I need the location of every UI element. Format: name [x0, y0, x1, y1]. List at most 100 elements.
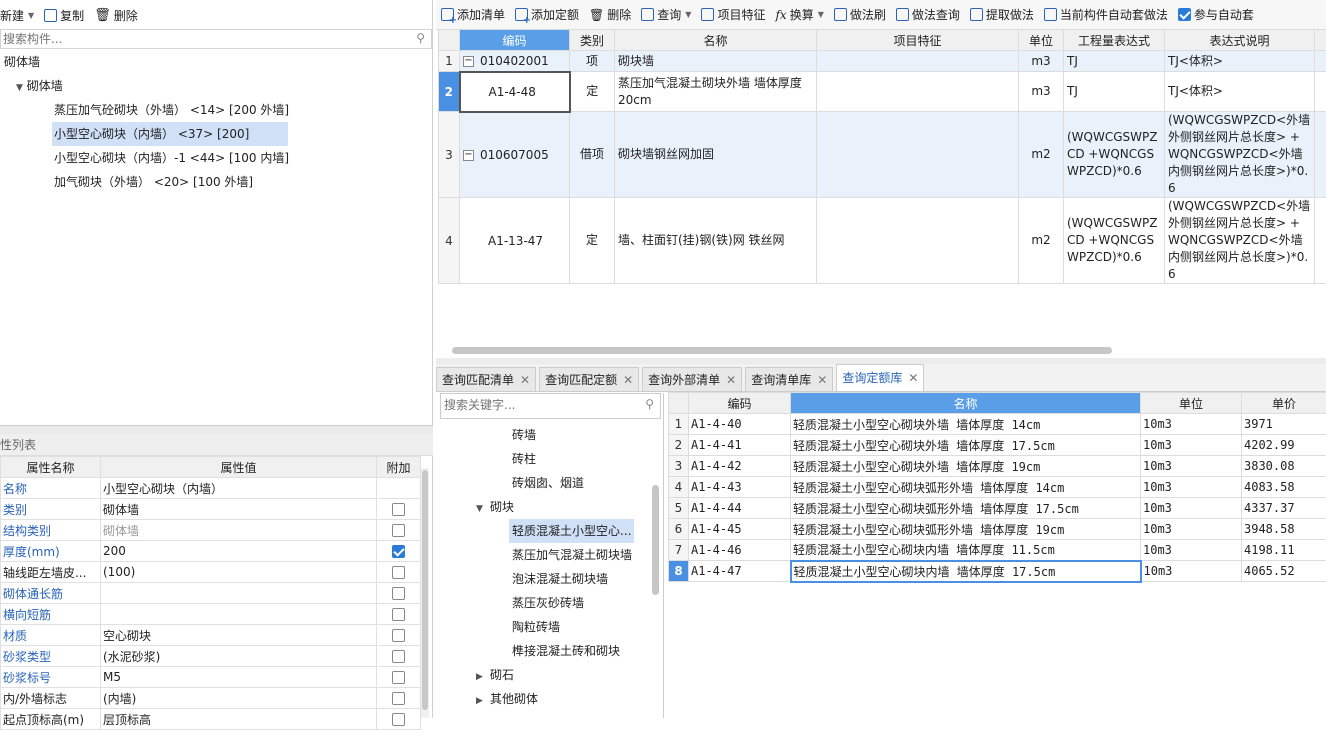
quota-name[interactable]: 轻质混凝土小型空心砌块内墙 墙体厚度 11.5cm [791, 540, 1141, 561]
row-number[interactable]: 3 [669, 456, 689, 477]
property-value[interactable] [101, 583, 377, 604]
property-value[interactable] [101, 604, 377, 625]
close-icon[interactable]: ✕ [623, 368, 633, 391]
quota-unit[interactable]: 10m3 [1141, 519, 1242, 540]
cell-code[interactable]: A1-13-47 [460, 198, 570, 284]
quota-name[interactable]: 轻质混凝土小型空心砌块内墙 墙体厚度 17.5cm [791, 561, 1141, 582]
row-number[interactable]: 5 [669, 498, 689, 519]
row-number[interactable]: 4 [439, 198, 460, 284]
quota-code[interactable]: A1-4-47 [689, 561, 791, 582]
property-value[interactable]: 小型空心砌块（内墙） [101, 478, 377, 499]
cell-description[interactable]: TJ<体积> [1165, 51, 1315, 72]
cell-feature[interactable] [817, 198, 1019, 284]
scroll-thumb[interactable] [422, 470, 428, 710]
expand-icon[interactable]: ▼ [16, 83, 23, 93]
cell-code[interactable]: A1-4-48 [460, 72, 570, 112]
quota-tree-item[interactable]: ▼砌块 [438, 495, 663, 519]
quota-row[interactable]: 5A1-4-44轻质混凝土小型空心砌块弧形外墙 墙体厚度 17.5cm10m34… [669, 498, 1326, 519]
quota-row[interactable]: 3A1-4-42轻质混凝土小型空心砌块外墙 墙体厚度 19cm10m33830.… [669, 456, 1326, 477]
close-icon[interactable]: ✕ [817, 368, 827, 391]
delete-button[interactable]: 🗑删除 [89, 3, 143, 27]
quota-tree-item[interactable]: 轻质混凝土小型空心... [438, 519, 663, 543]
header-feature[interactable]: 项目特征 [817, 30, 1019, 51]
cell-feature[interactable] [817, 72, 1019, 112]
property-row[interactable]: 类别砌体墙 [1, 499, 421, 520]
collapse-icon[interactable]: ▶ [476, 665, 490, 689]
quota-unit[interactable]: 10m3 [1141, 561, 1242, 582]
property-value[interactable]: (水泥砂浆) [101, 646, 377, 667]
quota-unit[interactable]: 10m3 [1141, 456, 1242, 477]
collapse-icon[interactable]: − [463, 150, 474, 161]
quota-name[interactable]: 轻质混凝土小型空心砌块弧形外墙 墙体厚度 14cm [791, 477, 1141, 498]
quota-header-name[interactable]: 名称 [791, 393, 1141, 414]
checkbox-icon[interactable] [392, 629, 405, 642]
extract-method-button[interactable]: 提取做法 [965, 3, 1039, 27]
tab-external-list[interactable]: 查询外部清单✕ [642, 367, 742, 391]
quota-tree-item[interactable]: 砖墙 [438, 423, 663, 447]
method-row[interactable]: 3−010607005借项砌块墙钢丝网加固m2(WQWCGSWPZCD +WQN… [439, 112, 1326, 198]
method-query-button[interactable]: 做法查询 [891, 3, 965, 27]
tree-item[interactable]: 小型空心砌块（内墙）-1 <44> [100 内墙] [0, 146, 432, 170]
property-value[interactable]: (100) [101, 562, 377, 583]
tree-item[interactable]: 小型空心砌块（内墙） <37> [200] [0, 122, 432, 146]
property-value[interactable]: 砌体墙 [101, 499, 377, 520]
cell-unit[interactable]: m2 [1019, 112, 1064, 198]
row-number[interactable]: 2 [439, 72, 460, 112]
collapse-icon[interactable]: − [463, 56, 474, 67]
tree-item-selected[interactable]: 小型空心砌块（内墙） <37> [200] [52, 122, 288, 146]
quota-row[interactable]: 2A1-4-41轻质混凝土小型空心砌块外墙 墙体厚度 17.5cm10m3420… [669, 435, 1326, 456]
item-feature-button[interactable]: 项目特征 [696, 3, 770, 27]
property-value[interactable]: 200 [101, 541, 377, 562]
quota-price[interactable]: 3948.58 [1242, 519, 1326, 540]
cell-description[interactable]: TJ<体积> [1165, 72, 1315, 112]
quota-header-code[interactable]: 编码 [689, 393, 791, 414]
quota-code[interactable]: A1-4-40 [689, 414, 791, 435]
quota-code[interactable]: A1-4-43 [689, 477, 791, 498]
quota-tree-item[interactable]: 泡沫混凝土砌块墙 [438, 567, 663, 591]
tree-group[interactable]: ▼ 砌体墙 [0, 74, 432, 98]
checkbox-icon[interactable] [392, 608, 405, 621]
row-number[interactable]: 1 [439, 51, 460, 72]
property-value[interactable]: (内墙) [101, 688, 377, 709]
cell-name[interactable]: 蒸压加气混凝土砌块外墙 墙体厚度 20cm [615, 72, 817, 112]
collapse-icon[interactable]: ▶ [476, 689, 490, 713]
search-icon[interactable]: ⚲ [645, 397, 654, 411]
quota-code[interactable]: A1-4-41 [689, 435, 791, 456]
quota-price[interactable]: 3830.08 [1242, 456, 1326, 477]
quota-tree-item[interactable]: 蒸压加气混凝土砌块墙 [438, 543, 663, 567]
add-quota-button[interactable]: 添加定额 [510, 3, 584, 27]
quota-tree-item[interactable]: ▶砌石 [438, 663, 663, 687]
checkbox-icon[interactable] [392, 650, 405, 663]
quota-name[interactable]: 轻质混凝土小型空心砌块弧形外墙 墙体厚度 17.5cm [791, 498, 1141, 519]
checkbox-icon[interactable] [392, 524, 405, 537]
checkbox-icon[interactable] [392, 692, 405, 705]
add-list-button[interactable]: 添加清单 [436, 3, 510, 27]
quota-row[interactable]: 7A1-4-46轻质混凝土小型空心砌块内墙 墙体厚度 11.5cm10m3419… [669, 540, 1326, 561]
quota-name[interactable]: 轻质混凝土小型空心砌块外墙 墙体厚度 19cm [791, 456, 1141, 477]
quota-tree-item[interactable]: 榫接混凝土砖和砌块 [438, 639, 663, 663]
convert-button[interactable]: fx换算▼ [770, 3, 828, 27]
quota-price[interactable]: 4202.99 [1242, 435, 1326, 456]
row-number[interactable]: 2 [669, 435, 689, 456]
quota-code[interactable]: A1-4-45 [689, 519, 791, 540]
property-row[interactable]: 起点顶标高(m)层顶标高 [1, 709, 421, 730]
row-number[interactable]: 4 [669, 477, 689, 498]
quota-row[interactable]: 1A1-4-40轻质混凝土小型空心砌块外墙 墙体厚度 14cm10m33971 [669, 414, 1326, 435]
cell-name[interactable]: 墙、柱面钉(挂)钢(铁)网 铁丝网 [615, 198, 817, 284]
quota-code[interactable]: A1-4-44 [689, 498, 791, 519]
quota-price[interactable]: 4337.37 [1242, 498, 1326, 519]
header-expression[interactable]: 工程量表达式 [1064, 30, 1165, 51]
cell-expression[interactable]: TJ [1064, 72, 1165, 112]
horizontal-scrollbar[interactable] [452, 347, 1112, 354]
header-unit[interactable]: 单位 [1019, 30, 1064, 51]
property-value[interactable]: 砌体墙 [101, 520, 377, 541]
row-number[interactable]: 3 [439, 112, 460, 198]
property-row[interactable]: 砂浆标号M5 [1, 667, 421, 688]
header-type[interactable]: 类别 [570, 30, 615, 51]
quota-unit[interactable]: 10m3 [1141, 435, 1242, 456]
quota-tree-item[interactable]: ▶其他砌体 [438, 687, 663, 711]
quota-tree-item[interactable]: 砖柱 [438, 447, 663, 471]
quota-tree-item[interactable]: 蒸压灰砂砖墙 [438, 591, 663, 615]
cell-code[interactable]: −010402001 [460, 51, 570, 72]
new-button[interactable]: 新建▼ [0, 3, 39, 27]
